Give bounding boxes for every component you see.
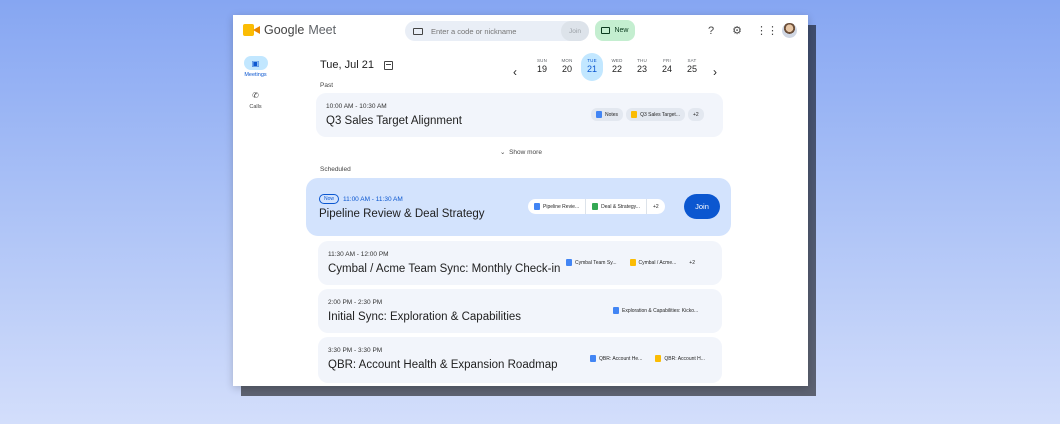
day-wed[interactable]: WED 22 [606,53,628,81]
meeting-card-3[interactable]: 3:30 PM - 3:30 PM QBR: Account Health & … [318,337,722,383]
gear-icon[interactable]: ⚙ [730,24,744,38]
meeting-time: 2:00 PM - 2:30 PM [328,299,383,306]
doc-icon [596,111,602,118]
sheet-chip[interactable]: Deal & Strategy... [586,199,647,214]
calendar-icon: ▣ [243,56,268,70]
next-week-chevron-icon[interactable]: › [713,66,717,78]
doc-icon [534,203,540,210]
new-meeting-button[interactable]: New [595,20,635,41]
meeting-card-1[interactable]: 11:30 AM - 12:00 PM Cymbal / Acme Team S… [318,241,722,285]
doc-icon [566,259,572,266]
attachment-chips: Cymbal Team Sy... Cymbal / Acme... +2 [561,256,700,269]
rail-item-calls[interactable]: ✆ Calls [239,88,272,111]
attachment-chips: QBR: Account He... QBR: Account H... [585,352,710,365]
now-badge: Now [319,194,340,204]
day-fri[interactable]: FRI 24 [656,53,678,81]
meeting-code-input[interactable] [431,26,551,36]
slides-icon [655,355,662,362]
meet-window: Google Meet Join New ? ⚙ ⋮⋮ ▣ Meetings ✆… [233,15,808,386]
doc-chip[interactable]: QBR: Account He... [585,352,647,365]
attachment-chips: Exploration & Capabilities: Kicko... [608,304,703,317]
date-header: Tue, Jul 21 [320,59,394,71]
rail-item-meetings[interactable]: ▣ Meetings [239,56,272,78]
meeting-card-past[interactable]: 10:00 AM - 10:30 AM Q3 Sales Target Alig… [316,93,723,137]
slides-chip[interactable]: Q3 Sales Target... [626,108,685,121]
keyboard-icon [413,27,423,35]
slides-chip[interactable]: Cymbal / Acme... [625,256,682,269]
more-attachments-chip[interactable]: +2 [684,256,700,269]
attachment-chips: Notes Q3 Sales Target... +2 [591,108,704,121]
doc-icon [613,307,619,314]
rail-item-label: Calls [249,104,262,110]
calendar-picker-icon[interactable] [384,60,394,70]
day-mon[interactable]: MON 20 [556,53,578,81]
meeting-title: QBR: Account Health & Expansion Roadmap [328,359,558,371]
chip-group: Pipeline Revie... Deal & Strategy... +2 [528,199,665,214]
meeting-card-now[interactable]: Now 11:00 AM - 11:30 AM Pipeline Review … [306,178,731,236]
apps-grid-icon[interactable]: ⋮⋮ [756,24,778,38]
more-attachments-chip[interactable]: +2 [647,199,665,214]
attachment-chips: Pipeline Revie... Deal & Strategy... +2 [528,199,665,214]
meeting-title: Pipeline Review & Deal Strategy [319,208,485,220]
current-date: Tue, Jul 21 [320,59,375,71]
meeting-time: Now 11:00 AM - 11:30 AM [319,194,403,204]
slides-icon [631,111,638,118]
top-bar: Google Meet Join New ? ⚙ ⋮⋮ [233,15,808,47]
meeting-title: Q3 Sales Target Alignment [326,115,462,127]
avatar[interactable] [782,23,797,38]
doc-chip[interactable]: Pipeline Revie... [528,199,587,214]
scheduled-section-label: Scheduled [320,166,351,173]
brand-google: Google [264,23,305,37]
meeting-title: Initial Sync: Exploration & Capabilities [328,311,522,323]
rail-item-label: Meetings [244,72,267,78]
slides-icon [629,259,636,266]
day-thu[interactable]: THU 23 [631,53,653,81]
meeting-time: 10:00 AM - 10:30 AM [326,103,387,110]
side-rail: ▣ Meetings ✆ Calls [233,47,278,386]
day-tue-selected[interactable]: TUE 21 [581,53,603,81]
help-icon[interactable]: ? [704,24,718,38]
brand-meet: Meet [308,23,337,37]
video-icon [601,27,611,34]
day-sat[interactable]: SAT 25 [681,53,703,81]
past-section-label: Past [320,82,334,89]
meeting-title: Cymbal / Acme Team Sync: Monthly Check-i… [328,263,561,275]
meeting-card-2[interactable]: 2:00 PM - 2:30 PM Initial Sync: Explorat… [318,289,722,333]
slides-chip[interactable]: QBR: Account H... [650,352,710,365]
prev-week-chevron-icon[interactable]: ‹ [513,66,517,78]
doc-icon [590,355,596,362]
notes-chip[interactable]: Notes [591,108,624,121]
day-sun[interactable]: SUN 19 [531,53,553,81]
sheets-icon [592,203,599,210]
show-more-link[interactable]: ⌄ Show more [500,148,542,156]
meeting-time: 3:30 PM - 3:30 PM [328,347,383,354]
meeting-time: 11:30 AM - 12:00 PM [328,251,389,258]
more-attachments-chip[interactable]: +2 [688,108,704,121]
chevron-down-icon: ⌄ [500,149,506,156]
meet-logo-icon [243,24,260,36]
new-meeting-label: New [614,27,629,34]
phone-icon: ✆ [252,90,259,100]
join-code-button[interactable]: Join [561,21,589,41]
google-meet-logo[interactable]: Google Meet [243,23,336,37]
doc-chip[interactable]: Cymbal Team Sy... [561,256,622,269]
doc-chip[interactable]: Exploration & Capabilities: Kicko... [608,304,703,317]
join-button[interactable]: Join [684,194,720,219]
